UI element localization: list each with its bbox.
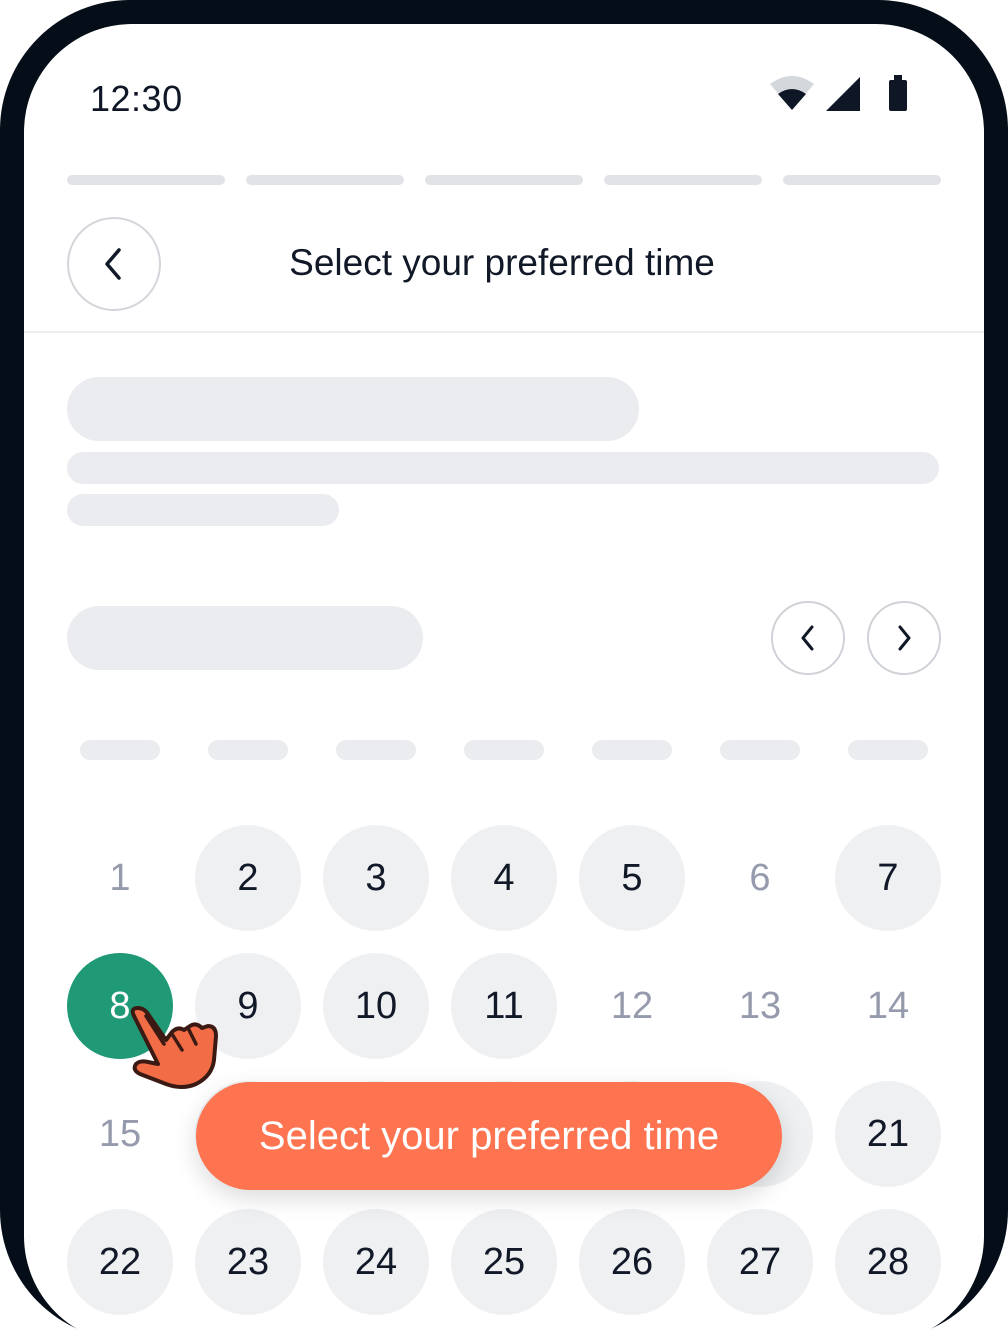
calendar-day[interactable]: 5 bbox=[579, 825, 685, 931]
calendar-day[interactable]: 28 bbox=[835, 1209, 941, 1315]
battery-icon bbox=[889, 75, 907, 111]
calendar-day[interactable]: 2 bbox=[195, 825, 301, 931]
weekday-label-placeholder bbox=[336, 740, 416, 760]
calendar-day: 15 bbox=[98, 1112, 142, 1155]
weekday-label-placeholder bbox=[720, 740, 800, 760]
calendar-day: 14 bbox=[866, 984, 910, 1027]
progress-step-5 bbox=[783, 175, 941, 185]
calendar-day[interactable]: 23 bbox=[195, 1209, 301, 1315]
status-time: 12:30 bbox=[90, 78, 183, 119]
calendar-day: 6 bbox=[749, 856, 771, 899]
weekday-label-placeholder bbox=[208, 740, 288, 760]
back-button[interactable] bbox=[67, 217, 161, 311]
calendar-day[interactable]: 11 bbox=[451, 953, 557, 1059]
wifi-icon bbox=[770, 76, 814, 110]
progress-step-3 bbox=[425, 175, 583, 185]
next-month-button[interactable] bbox=[867, 601, 941, 675]
chevron-left-icon bbox=[105, 248, 121, 280]
tooltip-select-time: Select your preferred time bbox=[196, 1082, 782, 1190]
calendar-day[interactable]: 27 bbox=[707, 1209, 813, 1315]
calendar-day[interactable]: 22 bbox=[67, 1209, 173, 1315]
calendar-day[interactable]: 25 bbox=[451, 1209, 557, 1315]
weekday-label-placeholder bbox=[80, 740, 160, 760]
chevron-right-icon bbox=[898, 625, 911, 651]
previous-month-button[interactable] bbox=[771, 601, 845, 675]
weekday-label-placeholder bbox=[464, 740, 544, 760]
phone-screen: 12:30 Select your preferred time 1 2 3 4… bbox=[24, 24, 984, 1344]
progress-step-2 bbox=[246, 175, 404, 185]
progress-step-1 bbox=[67, 175, 225, 185]
status-icons bbox=[764, 74, 924, 114]
skeleton-heading bbox=[67, 377, 639, 441]
skeleton-line-1 bbox=[67, 452, 939, 484]
calendar-day[interactable]: 26 bbox=[579, 1209, 685, 1315]
weekday-label-placeholder bbox=[592, 740, 672, 760]
calendar-day: 13 bbox=[738, 984, 782, 1027]
hand-pointer-icon bbox=[126, 1004, 222, 1094]
skeleton-month-label bbox=[67, 606, 423, 670]
calendar-day[interactable]: 3 bbox=[323, 825, 429, 931]
calendar-day[interactable]: 21 bbox=[835, 1081, 941, 1187]
calendar-day[interactable]: 7 bbox=[835, 825, 941, 931]
calendar-day: 12 bbox=[610, 984, 654, 1027]
weekday-label-placeholder bbox=[848, 740, 928, 760]
progress-step-4 bbox=[604, 175, 762, 185]
cell-signal-icon bbox=[826, 77, 860, 111]
page-title: Select your preferred time bbox=[289, 242, 715, 283]
calendar-day[interactable]: 24 bbox=[323, 1209, 429, 1315]
calendar-day[interactable]: 4 bbox=[451, 825, 557, 931]
header-divider bbox=[24, 331, 984, 333]
calendar-day: 1 bbox=[109, 856, 131, 899]
skeleton-line-2 bbox=[67, 494, 339, 526]
chevron-left-icon bbox=[801, 625, 814, 651]
calendar-day[interactable]: 10 bbox=[323, 953, 429, 1059]
